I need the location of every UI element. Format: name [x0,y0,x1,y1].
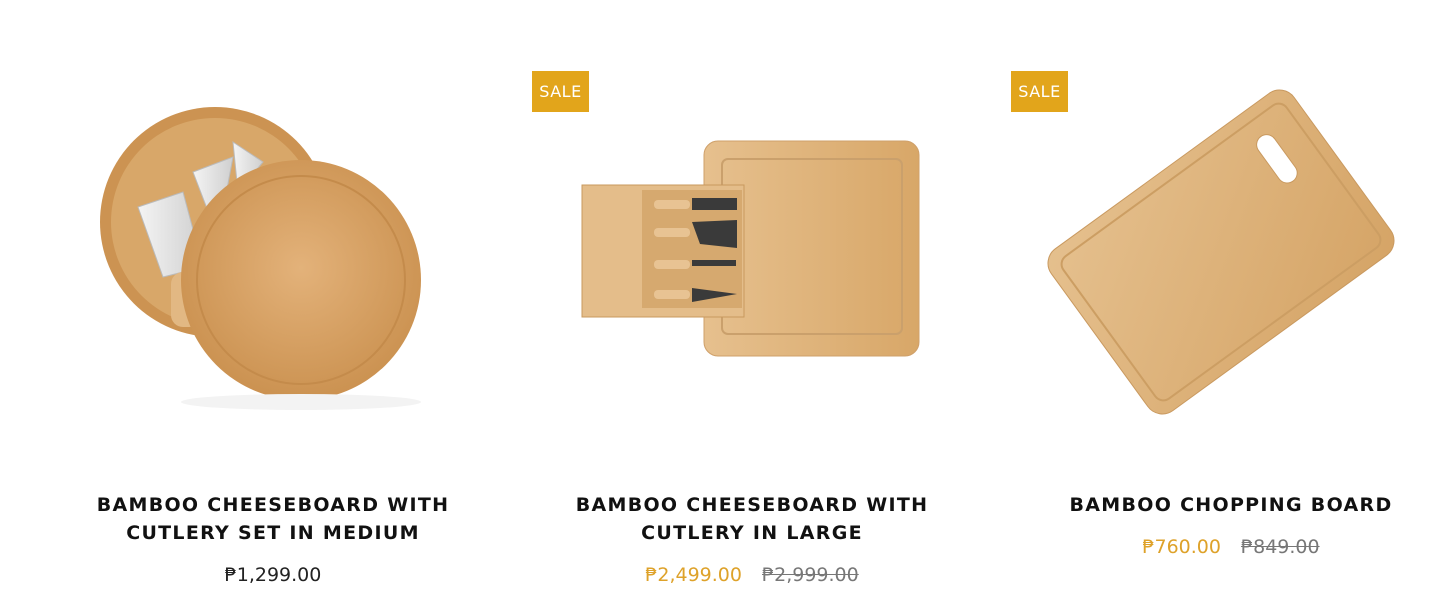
product-card[interactable]: BAMBOO CHEESEBOARD WITH CUTLERY SET IN M… [53,0,493,603]
original-price: ₱2,999.00 [762,564,859,586]
price-row: ₱760.00 ₱849.00 [1011,534,1435,560]
product-price: ₱1,299.00 [224,564,322,586]
price-row: ₱2,499.00 ₱2,999.00 [532,562,972,588]
product-image-chopping-board[interactable] [1011,62,1435,462]
product-title[interactable]: BAMBOO CHEESEBOARD WITH CUTLERY IN LARGE [532,491,972,547]
product-title[interactable]: BAMBOO CHEESEBOARD WITH CUTLERY SET IN M… [53,491,493,547]
sale-price: ₱2,499.00 [645,564,742,586]
product-image-square-cheeseboard[interactable] [532,62,972,462]
original-price: ₱849.00 [1241,536,1320,558]
price-row: ₱1,299.00 [53,562,493,588]
product-grid: BAMBOO CHEESEBOARD WITH CUTLERY SET IN M… [0,0,1435,603]
sale-badge: SALE [1011,71,1068,112]
product-card[interactable]: SALE BAMBOO CHOPPING BOARD ₱760.00 ₱849.… [1011,0,1435,603]
product-card[interactable]: SALE BAMBOO CHEESEBOARD WITH CUTLERY IN … [532,0,972,603]
sale-price: ₱760.00 [1142,536,1221,558]
product-image-round-cheeseboard[interactable] [53,62,493,462]
sale-badge: SALE [532,71,589,112]
product-title[interactable]: BAMBOO CHOPPING BOARD [1011,491,1435,519]
